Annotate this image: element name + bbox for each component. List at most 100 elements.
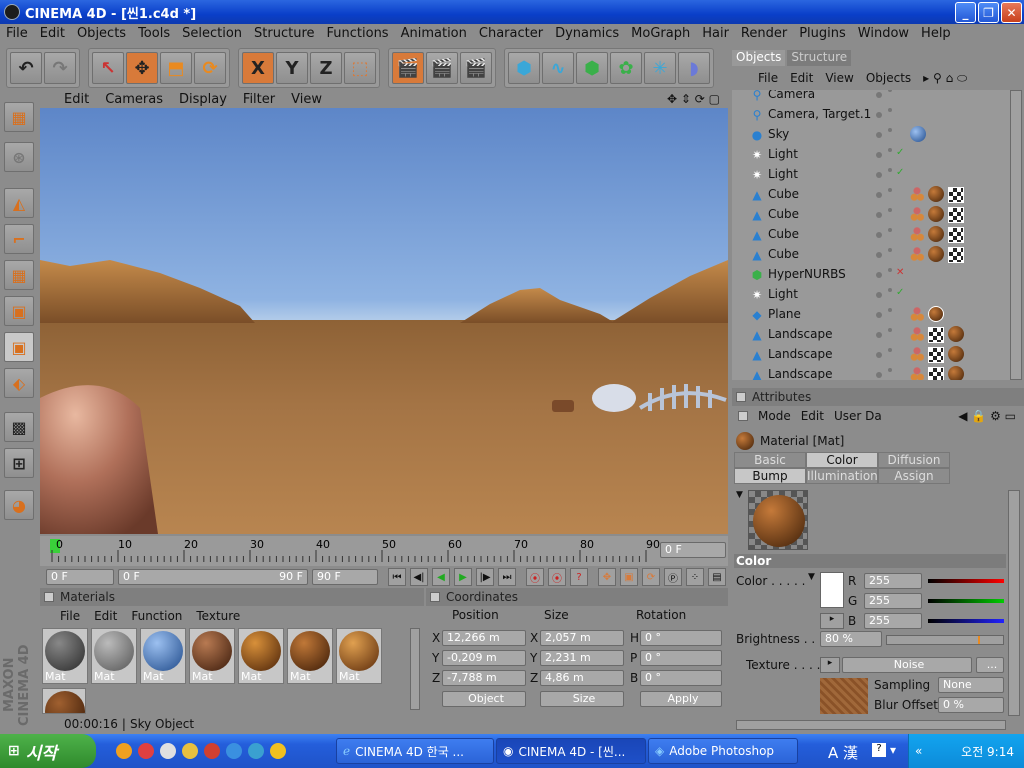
restore-button[interactable]: ❐ bbox=[978, 2, 999, 23]
start-button[interactable]: ⊞ 시작 bbox=[0, 734, 96, 768]
current-frame-field[interactable]: 0 F bbox=[660, 542, 726, 558]
timeline[interactable]: 0 10 20 30 40 50 60 70 80 90 0 F bbox=[40, 536, 728, 566]
render-dot[interactable] bbox=[888, 148, 892, 152]
close-button[interactable]: ✕ bbox=[1001, 2, 1022, 23]
materials-menu-file[interactable]: File bbox=[60, 609, 80, 623]
render-picture-viewer-button[interactable]: 🎬 bbox=[460, 52, 492, 84]
render-dot[interactable] bbox=[888, 368, 892, 372]
viewport-menu-edit[interactable]: Edit bbox=[56, 92, 97, 107]
texture-menu-button[interactable]: ▸ bbox=[820, 657, 840, 673]
menu-tools[interactable]: Tools bbox=[132, 24, 176, 44]
coordinate-mode-dropdown[interactable]: Object bbox=[442, 691, 526, 707]
brightness-slider[interactable] bbox=[886, 635, 1004, 645]
render-dot[interactable] bbox=[888, 348, 892, 352]
apply-button[interactable]: Apply bbox=[640, 691, 722, 707]
tab-assign[interactable]: Assign bbox=[878, 468, 950, 484]
tab-structure[interactable]: Structure bbox=[787, 50, 852, 66]
red-slider[interactable] bbox=[928, 579, 1004, 583]
render-dot[interactable] bbox=[888, 188, 892, 192]
move-button[interactable]: ✥ bbox=[126, 52, 158, 84]
uvw-tag-icon[interactable] bbox=[948, 187, 964, 203]
visibility-dot[interactable] bbox=[876, 352, 882, 358]
texture-tag-icon[interactable] bbox=[910, 226, 924, 242]
workplane-button[interactable]: ⊞ bbox=[4, 448, 34, 478]
texture-tag-icon[interactable] bbox=[910, 246, 924, 262]
pos-y-field[interactable]: -0,209 m bbox=[442, 650, 526, 666]
blue-slider[interactable] bbox=[928, 619, 1004, 623]
object-list-scrollbar[interactable] bbox=[1010, 90, 1022, 380]
render-dot[interactable] bbox=[888, 308, 892, 312]
materials-scrollbar[interactable] bbox=[410, 628, 420, 710]
menu-file[interactable]: File bbox=[0, 24, 34, 44]
step-forward-button[interactable]: |▶ bbox=[476, 568, 494, 586]
texture-shader-button[interactable]: Noise bbox=[842, 657, 972, 673]
preview-menu-arrow-icon[interactable]: ▼ bbox=[736, 490, 743, 500]
color-expand-button[interactable]: ▸ bbox=[820, 613, 844, 629]
3d-viewport[interactable] bbox=[40, 108, 728, 534]
step-back-button[interactable]: ◀| bbox=[410, 568, 428, 586]
enabled-check-icon[interactable]: ✓ bbox=[896, 147, 904, 158]
material-swatch[interactable]: Mat bbox=[91, 628, 137, 684]
objects-menu-file[interactable]: File bbox=[758, 71, 778, 85]
tray-expand-icon[interactable]: « bbox=[915, 744, 922, 758]
nurbs-button[interactable]: ⬢ bbox=[576, 52, 608, 84]
uvw-tag-icon[interactable] bbox=[948, 227, 964, 243]
brightness-slider-knob[interactable] bbox=[978, 636, 980, 644]
y-axis-button[interactable]: Y bbox=[276, 52, 308, 84]
rotate-button[interactable]: ⟳ bbox=[194, 52, 226, 84]
z-axis-button[interactable]: Z bbox=[310, 52, 342, 84]
menu-render[interactable]: Render bbox=[735, 24, 793, 44]
viewport-menu-cameras[interactable]: Cameras bbox=[97, 92, 171, 107]
deformer-button[interactable]: ✳ bbox=[644, 52, 676, 84]
go-to-end-button[interactable]: ⏭ bbox=[498, 568, 516, 586]
size-y-field[interactable]: 2,231 m bbox=[540, 650, 624, 666]
render-dot[interactable] bbox=[888, 288, 892, 292]
material-tag-icon[interactable] bbox=[928, 246, 944, 262]
objects-menu-edit[interactable]: Edit bbox=[790, 71, 813, 85]
visibility-dot[interactable] bbox=[876, 372, 882, 378]
render-dot[interactable] bbox=[888, 208, 892, 212]
material-swatch-selected[interactable] bbox=[42, 688, 86, 714]
visibility-dot[interactable] bbox=[876, 332, 882, 338]
attributes-hscrollbar[interactable] bbox=[736, 720, 1006, 730]
blur-offset-field[interactable]: 0 % bbox=[938, 697, 1004, 713]
quicklaunch-icon[interactable] bbox=[270, 743, 286, 759]
texture-tag-icon[interactable] bbox=[910, 206, 924, 222]
cube-object-button[interactable]: ⬢ bbox=[508, 52, 540, 84]
visibility-dot[interactable] bbox=[876, 152, 882, 158]
go-to-start-button[interactable]: ⏮ bbox=[388, 568, 406, 586]
object-row[interactable]: ✷ Light ✓ bbox=[732, 144, 1010, 164]
viewport-nav-icons[interactable]: ✥ ⇕ ⟳ ▢ bbox=[659, 92, 728, 106]
uvw-tag-icon[interactable] bbox=[928, 347, 944, 363]
menu-window[interactable]: Window bbox=[852, 24, 915, 44]
sampling-dropdown[interactable]: None bbox=[938, 677, 1004, 693]
object-row[interactable]: ⚲ Camera bbox=[732, 90, 1010, 104]
attributes-panel-toggle-icon[interactable] bbox=[736, 392, 746, 402]
brightness-field[interactable]: 80 % bbox=[820, 631, 882, 647]
material-tag-icon[interactable] bbox=[928, 306, 944, 322]
object-row[interactable]: ▲ Cube bbox=[732, 184, 1010, 204]
tab-bump[interactable]: Bump bbox=[734, 468, 806, 484]
size-z-field[interactable]: 4,86 m bbox=[540, 670, 624, 686]
object-row[interactable]: ▲ Landscape bbox=[732, 344, 1010, 364]
menu-help[interactable]: Help bbox=[915, 24, 957, 44]
visibility-dot[interactable] bbox=[876, 172, 882, 178]
attributes-nav-icons[interactable]: ◀ 🔒 ⚙ ▭ bbox=[958, 409, 1024, 423]
rot-h-field[interactable]: 0 ° bbox=[640, 630, 722, 646]
texture-mode-button[interactable]: ⊛ bbox=[4, 142, 34, 172]
visibility-dot[interactable] bbox=[876, 232, 882, 238]
material-swatch[interactable]: Mat bbox=[287, 628, 333, 684]
visibility-dot[interactable] bbox=[876, 212, 882, 218]
texture-tag-icon[interactable] bbox=[910, 326, 924, 342]
render-dot[interactable] bbox=[888, 228, 892, 232]
size-x-field[interactable]: 2,057 m bbox=[540, 630, 624, 646]
visibility-dot[interactable] bbox=[876, 312, 882, 318]
texture-browse-button[interactable]: ... bbox=[976, 657, 1004, 673]
attributes-menu-userdata[interactable]: User Da bbox=[834, 409, 882, 423]
menu-character[interactable]: Character bbox=[473, 24, 549, 44]
visibility-dot[interactable] bbox=[876, 252, 882, 258]
render-view-button[interactable]: 🎬 bbox=[392, 52, 424, 84]
render-dot[interactable] bbox=[888, 268, 892, 272]
object-row[interactable]: ◆ Plane bbox=[732, 304, 1010, 324]
play-backward-button[interactable]: ◀ bbox=[432, 568, 450, 586]
